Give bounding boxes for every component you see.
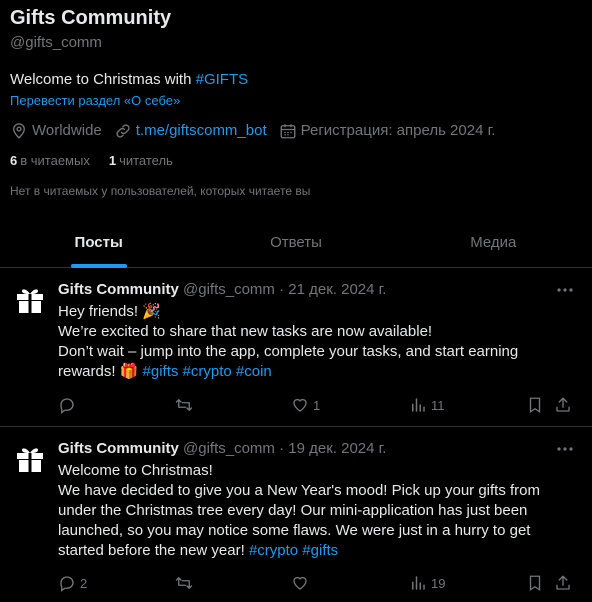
post-line: We’re excited to share that new tasks ar… xyxy=(58,323,433,340)
post-line: We have decided to give you a New Year's… xyxy=(58,482,541,499)
heart-icon xyxy=(293,576,307,590)
bookmark-icon xyxy=(529,575,541,592)
post-meta[interactable]: @gifts_comm · 19 дек. 2024 г. xyxy=(183,440,386,457)
tab-posts[interactable]: Посты xyxy=(0,218,197,267)
heart-icon xyxy=(293,398,307,412)
views-count: 11 xyxy=(431,397,445,413)
location-pin-icon xyxy=(13,123,25,139)
post-hashtags[interactable]: #gifts #crypto #coin xyxy=(143,363,272,380)
post-author-name[interactable]: Gifts Community xyxy=(58,440,179,457)
following-count: 6 xyxy=(10,153,18,168)
post-line: Hey friends! 🎉 xyxy=(58,303,161,320)
website-link[interactable]: t.me/giftscomm_bot xyxy=(136,121,267,141)
more-options-icon[interactable] xyxy=(556,281,574,299)
tab-replies[interactable]: Ответы xyxy=(197,218,394,267)
views-chart-icon xyxy=(412,576,425,590)
post-text: Hey friends! 🎉 We’re excited to share th… xyxy=(58,302,578,382)
share-button[interactable] xyxy=(554,396,576,414)
location-text: Worldwide xyxy=(32,122,102,139)
post-header: Gifts Community @gifts_comm · 21 дек. 20… xyxy=(58,281,386,299)
calendar-icon xyxy=(280,124,296,139)
like-button[interactable] xyxy=(291,574,409,592)
post[interactable]: Gifts Community @gifts_comm · 21 дек. 20… xyxy=(0,269,592,427)
views-button[interactable]: 11 xyxy=(409,396,526,414)
post-line-text: started before the new year! xyxy=(58,542,249,559)
website[interactable]: t.me/giftscomm_bot xyxy=(114,121,267,141)
link-icon xyxy=(116,124,130,138)
post-actions: 2 19 xyxy=(58,573,576,593)
reply-icon xyxy=(60,398,74,414)
profile-bio: Welcome to Christmas with #GIFTS xyxy=(10,71,582,89)
views-count: 19 xyxy=(431,575,446,591)
share-icon xyxy=(556,575,570,590)
post-hashtags[interactable]: #crypto #gifts xyxy=(249,542,338,559)
post-line: Don’t wait – jump into the app, complete… xyxy=(58,343,519,360)
post-line: rewards! 🎁 #gifts #crypto #coin xyxy=(58,362,578,382)
post-line: launched, so you may notice some flaws. … xyxy=(58,522,531,539)
post-author-name[interactable]: Gifts Community xyxy=(58,281,179,298)
share-icon xyxy=(556,397,570,412)
bookmark-button[interactable] xyxy=(526,396,554,414)
bio-hashtag-link[interactable]: #GIFTS xyxy=(196,71,249,88)
retweet-icon xyxy=(175,577,193,589)
profile-tabs: Посты Ответы Медиа xyxy=(0,218,592,268)
tab-media[interactable]: Медиа xyxy=(395,218,592,267)
post-line: Welcome to Christmas! xyxy=(58,462,213,479)
reply-icon xyxy=(60,576,74,592)
following-link[interactable]: 6в читаемых xyxy=(10,153,90,169)
reply-button[interactable]: 2 xyxy=(58,574,175,592)
followers-count: 1 xyxy=(108,153,117,168)
post[interactable]: Gifts Community @gifts_comm · 19 дек. 20… xyxy=(0,428,592,602)
views-button[interactable]: 19 xyxy=(409,574,526,592)
profile-handle: @gifts_comm xyxy=(10,34,102,51)
gift-icon xyxy=(17,448,43,472)
like-button[interactable]: 1 xyxy=(291,396,409,414)
profile-meta: Worldwide t.me/giftscomm_bot Регистрация… xyxy=(10,121,582,141)
views-chart-icon xyxy=(412,398,425,412)
profile-name: Gifts Community xyxy=(10,7,172,29)
post-line: under the Christmas tree every day! Our … xyxy=(58,502,528,519)
more-options-icon[interactable] xyxy=(556,440,574,458)
post-header: Gifts Community @gifts_comm · 19 дек. 20… xyxy=(58,440,386,458)
bio-text: Welcome to Christmas with xyxy=(10,71,196,88)
post-actions: 1 11 xyxy=(58,395,576,415)
location: Worldwide xyxy=(10,121,102,141)
bookmark-icon xyxy=(529,397,541,414)
join-date-text: Регистрация: апрель 2024 г. xyxy=(300,122,496,139)
gift-icon xyxy=(17,289,43,313)
follow-stats: 6в читаемых 1 читатель xyxy=(10,153,582,169)
not-followed-note: Нет в читаемых у пользователей, которых … xyxy=(10,184,311,198)
join-date: Регистрация: апрель 2024 г. xyxy=(279,121,496,141)
avatar[interactable] xyxy=(12,281,48,317)
like-count: 1 xyxy=(313,397,321,413)
avatar[interactable] xyxy=(12,440,48,476)
reply-button[interactable] xyxy=(58,396,175,414)
post-line: started before the new year! #crypto #gi… xyxy=(58,541,578,561)
retweet-button[interactable] xyxy=(175,574,291,592)
reply-count: 2 xyxy=(80,575,88,591)
post-line-text: rewards! 🎁 xyxy=(58,363,143,380)
post-meta[interactable]: @gifts_comm · 21 дек. 2024 г. xyxy=(183,281,386,298)
followers-link[interactable]: 1 читатель xyxy=(109,153,173,169)
translate-bio-link[interactable]: Перевести раздел «О себе» xyxy=(10,93,582,109)
post-text: Welcome to Christmas! We have decided to… xyxy=(58,461,578,561)
profile-header: Gifts Community @gifts_comm Welcome to C… xyxy=(10,6,582,199)
retweet-button[interactable] xyxy=(175,396,291,414)
followers-label: читатель xyxy=(119,153,173,168)
following-label: в читаемых xyxy=(20,153,90,168)
bookmark-button[interactable] xyxy=(526,574,554,592)
share-button[interactable] xyxy=(554,574,576,592)
retweet-icon xyxy=(175,399,193,411)
